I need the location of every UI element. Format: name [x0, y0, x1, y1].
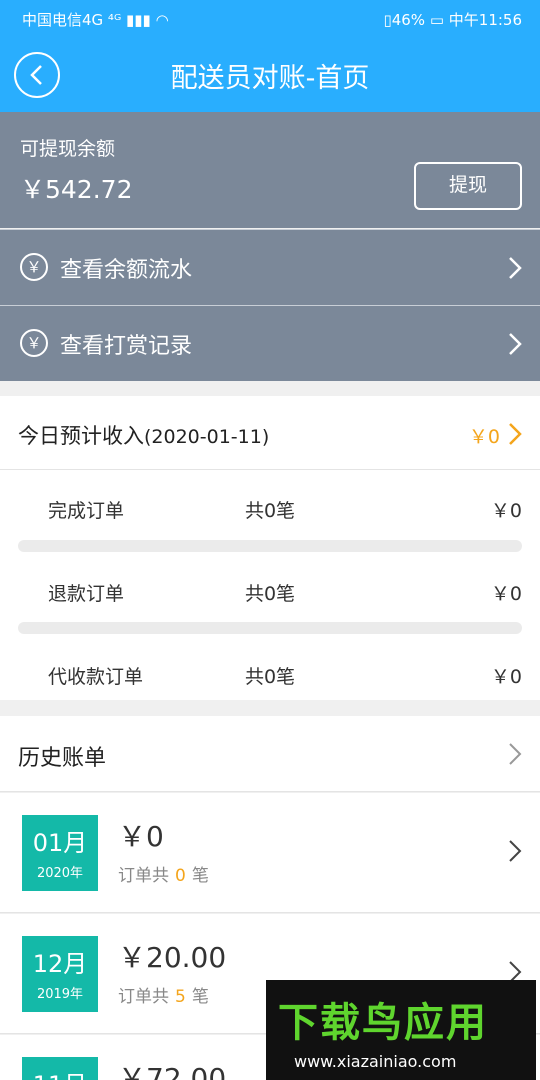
bill-amount: ￥72.00 — [118, 1062, 227, 1080]
tips-record-link[interactable]: ￥ 查看打赏记录 — [0, 305, 540, 381]
watermark-logo: 下载鸟应用 www.xiazainiao.com — [266, 980, 536, 1080]
carrier-info: 中国电信4G ⁴ᴳ ▮▮▮ ◠ — [22, 11, 169, 29]
balance-label: 可提现余额 — [20, 138, 116, 160]
chevron-right-icon — [509, 257, 522, 279]
month-badge: 11月 — [22, 1057, 98, 1080]
month-badge: 01月 2020年 — [22, 815, 98, 891]
bill-count: 订单共 5 笔 — [118, 987, 209, 1007]
yen-icon: ￥ — [20, 329, 48, 357]
bill-year: 2019年 — [36, 987, 84, 1002]
today-income-label: 今日预计收入(2020-01-11) — [18, 424, 270, 448]
balance-flow-label: 查看余额流水 — [60, 258, 193, 283]
chevron-right-icon — [509, 840, 522, 862]
withdraw-button[interactable]: 提现 — [414, 162, 522, 210]
watermark-title: 下载鸟应用 — [278, 1000, 488, 1046]
today-income-row[interactable]: 今日预计收入(2020-01-11) ￥0 — [0, 396, 540, 470]
stat-value: ￥0 — [490, 500, 522, 522]
bill-amount: ￥0 — [118, 820, 164, 853]
divider-bar — [18, 540, 522, 552]
bill-item[interactable]: 01月 2020年 ￥0 订单共 0 笔 — [0, 793, 540, 913]
bill-month: 01月 — [32, 829, 88, 857]
stat-row: 退款订单 共0笔 ￥0 — [0, 579, 540, 619]
stat-value: ￥0 — [490, 666, 522, 688]
balance-flow-link[interactable]: ￥ 查看余额流水 — [0, 229, 540, 305]
today-date: (2020-01-11) — [144, 426, 270, 448]
bill-year: 2020年 — [36, 866, 84, 881]
month-badge: 12月 2019年 — [22, 936, 98, 1012]
balance-amount: ￥542.72 — [20, 175, 133, 204]
stat-row: 完成订单 共0笔 ￥0 — [0, 496, 540, 536]
today-stats: 完成订单 共0笔 ￥0 退款订单 共0笔 ￥0 代收款订单 共0笔 ￥0 — [0, 470, 540, 700]
status-bar: 中国电信4G ⁴ᴳ ▮▮▮ ◠ ▯46% ▭ 中午11:56 — [0, 0, 540, 36]
yen-icon: ￥ — [20, 253, 48, 281]
battery-clock: ▯46% ▭ 中午11:56 — [383, 11, 522, 29]
divider-bar — [18, 622, 522, 634]
bill-month: 11月 — [22, 1065, 98, 1080]
page-title: 配送员对账-首页 — [170, 63, 370, 94]
stat-count: 共0笔 — [244, 583, 296, 605]
stat-count: 共0笔 — [244, 500, 296, 522]
stat-row: 代收款订单 共0笔 ￥0 — [0, 662, 540, 702]
history-label: 历史账单 — [18, 746, 107, 771]
bill-amount: ￥20.00 — [118, 941, 227, 974]
chevron-right-icon — [509, 743, 522, 765]
balance-panel: 可提现余额 ￥542.72 提现 — [0, 112, 540, 228]
bill-month: 12月 — [32, 950, 88, 978]
stat-value: ￥0 — [490, 583, 522, 605]
chevron-right-icon — [509, 423, 522, 445]
app-bar: 配送员对账-首页 — [0, 36, 540, 112]
watermark-url: www.xiazainiao.com — [294, 1052, 457, 1071]
history-bills-row[interactable]: 历史账单 — [0, 716, 540, 792]
today-income-value: ￥0 — [468, 426, 500, 448]
stat-count: 共0笔 — [244, 666, 296, 688]
chevron-right-icon — [509, 333, 522, 355]
tips-record-label: 查看打赏记录 — [60, 334, 193, 359]
bill-count: 订单共 0 笔 — [118, 866, 209, 886]
